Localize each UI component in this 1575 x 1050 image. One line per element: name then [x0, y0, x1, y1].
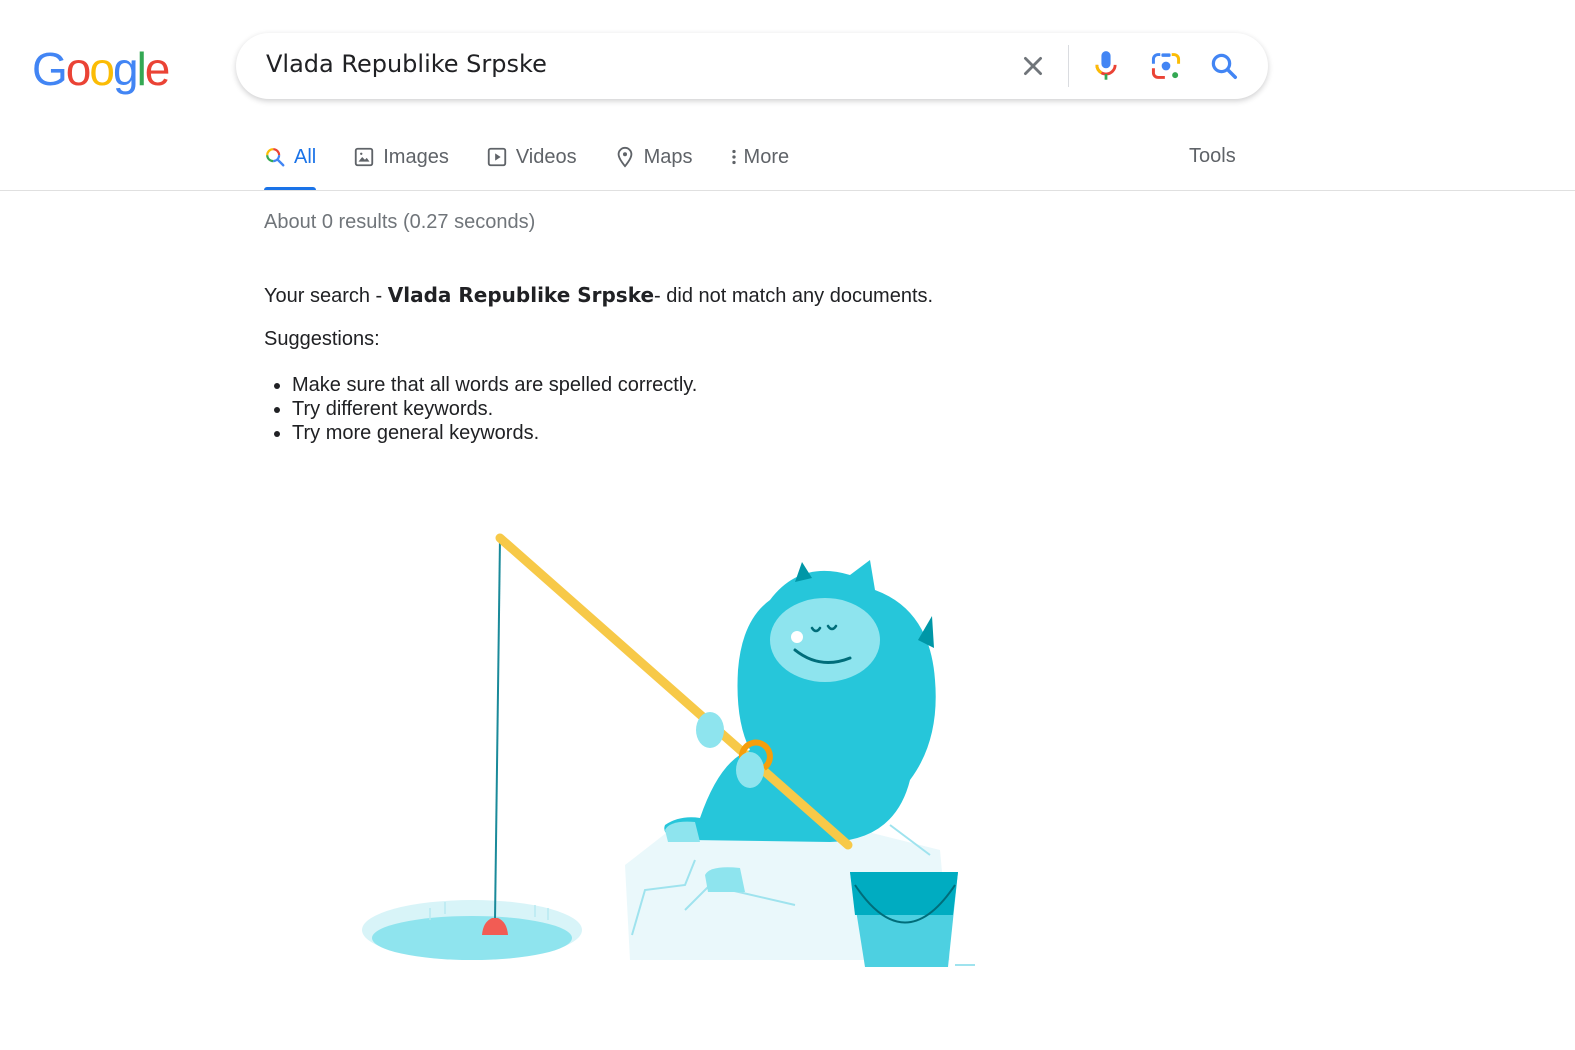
fishing-line [494, 537, 501, 921]
suggestion-item: Try different keywords. [292, 397, 697, 421]
lens-icon[interactable] [1150, 50, 1182, 82]
image-icon [355, 147, 374, 167]
search-tabs: All Images Videos Maps More [264, 142, 826, 191]
fishing-yeti-illustration [362, 533, 975, 967]
tab-label: All [294, 145, 317, 168]
suggestion-item: Try more general keywords. [292, 421, 697, 445]
search-icon [266, 148, 285, 167]
tab-more[interactable]: More [730, 142, 790, 172]
header-divider [0, 190, 1575, 191]
yeti-face [770, 598, 880, 682]
clear-icon[interactable] [1017, 50, 1049, 82]
tab-label: Images [383, 145, 449, 168]
result-stats: About 0 results (0.27 seconds) [264, 211, 536, 233]
suggestion-item: Make sure that all words are spelled cor… [292, 373, 697, 397]
tab-all[interactable]: All [264, 142, 317, 191]
logo-letter: l [136, 43, 147, 95]
map-pin-icon [617, 146, 632, 168]
logo-letter: g [112, 43, 139, 95]
video-icon [487, 147, 506, 167]
tab-label: Videos [515, 145, 577, 168]
search-box[interactable]: Vlada Republike Srpske [236, 33, 1268, 99]
tools-button[interactable]: Tools [1189, 145, 1236, 168]
no-match-prefix: Your search - [264, 285, 388, 307]
no-match-suffix: - did not match any documents. [654, 285, 934, 307]
logo-letter: o [65, 43, 92, 95]
search-icon[interactable] [1208, 50, 1240, 82]
logo-letter: o [89, 43, 115, 95]
google-logo[interactable]: Google [32, 42, 171, 96]
logo-letter: e [144, 43, 171, 95]
search-input[interactable]: Vlada Republike Srpske [266, 50, 547, 78]
suggestions-list: Make sure that all words are spelled cor… [270, 373, 697, 445]
logo-letter: G [32, 43, 68, 95]
no-match-query: Vlada Republike Srpske [387, 283, 655, 307]
tab-videos[interactable]: Videos [486, 142, 577, 172]
tab-maps[interactable]: Maps [614, 142, 693, 172]
tab-label: Maps [643, 145, 693, 168]
tab-label: More [743, 145, 790, 168]
more-vert-icon [731, 149, 736, 165]
suggestions-title: Suggestions: [264, 328, 380, 350]
no-results-message: Your search - Vlada Republike Srpske- di… [264, 283, 933, 308]
search-divider [1068, 45, 1069, 87]
tab-images[interactable]: Images [353, 142, 449, 172]
microphone-icon[interactable] [1090, 50, 1122, 82]
